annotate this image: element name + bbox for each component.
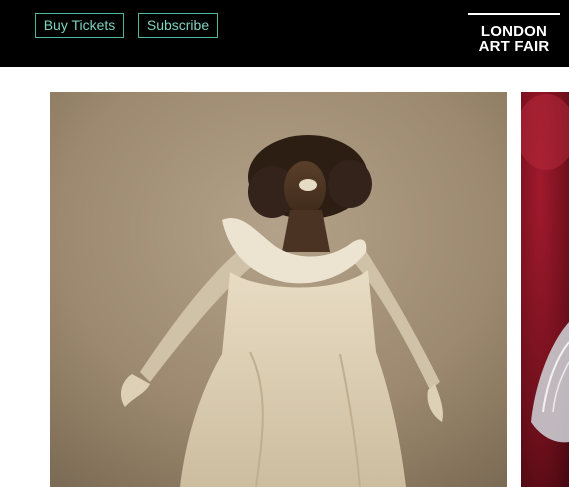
logo-bar — [468, 13, 560, 15]
logo-text-line-2: ART FAIR — [478, 38, 550, 55]
red-photograph — [521, 92, 569, 487]
sepia-photograph — [50, 92, 507, 487]
subscribe-button[interactable]: Subscribe — [138, 13, 218, 38]
buy-tickets-button[interactable]: Buy Tickets — [35, 13, 124, 38]
gallery-image-main[interactable] — [50, 92, 507, 487]
site-header: Buy Tickets Subscribe LONDON ART FAIR — [0, 0, 569, 67]
gallery-image-next[interactable] — [521, 92, 569, 487]
london-art-fair-logo[interactable]: LONDON ART FAIR — [468, 13, 560, 57]
